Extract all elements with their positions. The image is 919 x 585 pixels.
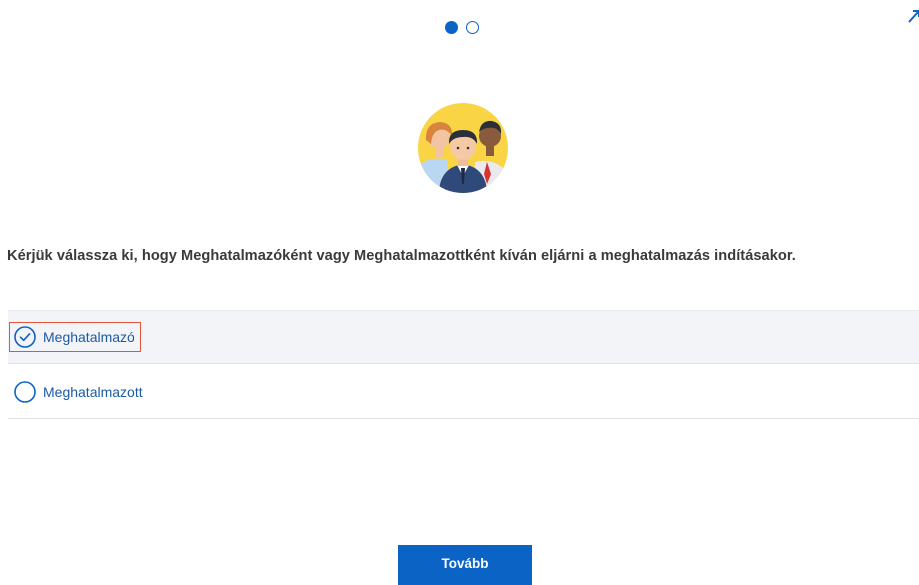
radio-checked-icon[interactable]: [14, 326, 36, 348]
people-group-icon: [418, 103, 508, 193]
option-label: Meghatalmazott: [43, 383, 143, 400]
option-meghatalmazott[interactable]: Meghatalmazott: [8, 365, 919, 419]
step-dot-1-active: [445, 21, 458, 34]
radio-unchecked-icon[interactable]: [14, 380, 36, 403]
step-dot-2: [466, 21, 479, 34]
option-meghatalmazo[interactable]: Meghatalmazó: [8, 310, 919, 364]
option-label: Meghatalmazó: [43, 329, 135, 345]
expand-arrow-icon[interactable]: [907, 8, 919, 24]
option-meghatalmazo-focus[interactable]: Meghatalmazó: [9, 322, 141, 352]
selection-prompt: Kérjük válassza ki, hogy Meghatalmazókén…: [7, 248, 796, 264]
step-indicator: [445, 21, 479, 34]
next-button[interactable]: Tovább: [398, 545, 532, 585]
option-meghatalmazott-focus[interactable]: Meghatalmazott: [10, 378, 148, 406]
